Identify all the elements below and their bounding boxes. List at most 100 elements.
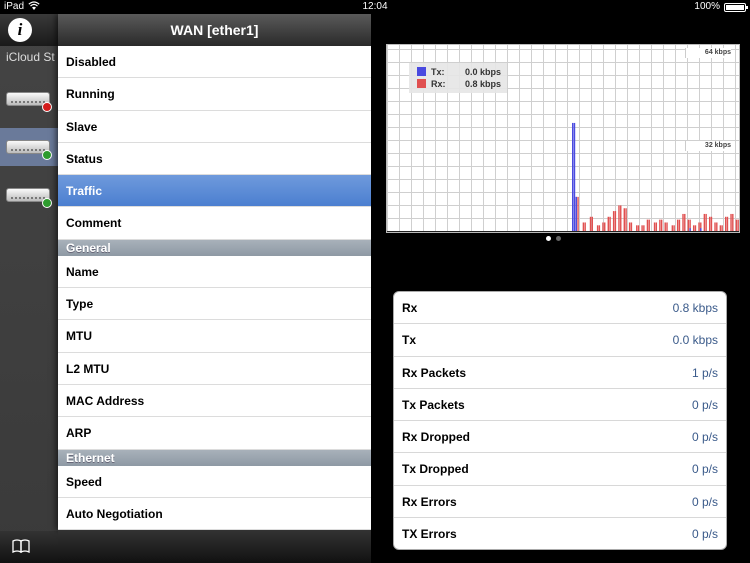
rx-bar [676, 219, 679, 232]
stat-row-tx-errors: TX Errors 0 p/s [394, 518, 726, 549]
rx-bar [602, 222, 604, 231]
property-label: Disabled [66, 55, 117, 69]
page-dot[interactable] [546, 236, 551, 241]
rx-bar [641, 225, 643, 231]
property-row-comment[interactable]: Comment [58, 207, 371, 240]
rx-bar [646, 219, 649, 232]
traffic-stats-list: Rx 0.8 kbps Tx 0.0 kbps Rx Packets 1 p/s Tx Pa… [393, 291, 727, 550]
legend-rx-name: Rx: [431, 79, 446, 89]
panel-bottom-toolbar [58, 530, 371, 563]
device-sidebar: i iCloud St [0, 14, 60, 563]
property-label: Name [66, 264, 99, 279]
clock: 12:04 [362, 1, 388, 12]
rx-bar [612, 211, 615, 231]
property-row-traffic[interactable]: Traffic [58, 175, 371, 208]
status-led-icon [42, 150, 52, 160]
property-label: L2 MTU [66, 361, 110, 376]
legend-tx-name: Tx: [431, 67, 445, 77]
icloud-label: iCloud St [6, 50, 55, 64]
stat-value: 0 p/s [691, 494, 718, 509]
rx-bar [732, 213, 734, 231]
rx-bar [598, 225, 601, 231]
property-row-speed[interactable]: Speed 10 [58, 465, 371, 498]
rx-bar [708, 216, 711, 231]
info-icon[interactable]: i [8, 18, 32, 42]
property-row-arp[interactable]: ARP e [58, 417, 371, 450]
tx-bar [572, 122, 574, 231]
stat-row-rx-packets: Rx Packets 1 p/s [394, 357, 726, 389]
property-label: Speed [66, 474, 103, 489]
rx-bar [684, 213, 686, 231]
property-row-status[interactable]: Status [58, 142, 371, 176]
page-dot[interactable] [556, 236, 561, 241]
stat-label: Rx Dropped [402, 430, 471, 445]
property-row-mac-address[interactable]: MAC Address 00:0C:4 [58, 384, 371, 418]
property-row-l2-mtu[interactable]: L2 MTU [58, 352, 371, 385]
rx-bar [714, 222, 716, 231]
page-indicator[interactable] [546, 236, 570, 242]
rx-bar [643, 225, 645, 231]
stat-value: 0 p/s [691, 430, 718, 445]
legend-tx-swatch [417, 67, 426, 76]
rx-bar [636, 225, 638, 231]
property-row-slave[interactable]: Slave [58, 110, 371, 143]
stat-value: 0.8 kbps [672, 301, 718, 315]
rx-bar [716, 222, 718, 231]
rx-bar [678, 219, 681, 232]
property-row-type[interactable]: Type [58, 288, 371, 321]
property-label: Traffic [66, 184, 103, 199]
rx-bar [659, 219, 661, 232]
rx-bar [584, 222, 586, 231]
book-icon[interactable] [12, 539, 30, 554]
legend-rx-value: 0.8 kbps [465, 79, 502, 89]
stat-label: Tx [402, 333, 417, 348]
section-header-general: General [58, 239, 371, 256]
property-value: 00:0C:4 [238, 385, 371, 417]
rx-bar [596, 225, 599, 231]
rx-bar [703, 213, 706, 231]
app-root: iPad 12:04 100% i iCloud St WAN [ether1]… [0, 0, 750, 563]
rx-bar [737, 219, 739, 232]
rx-bar [604, 222, 606, 231]
graph-legend: Tx: 0.0 kbps Rx: 0.8 kbps [409, 63, 507, 93]
stat-row-rx-errors: Rx Errors 0 p/s [394, 486, 726, 519]
property-row-name[interactable]: Name WAN [e [58, 255, 371, 289]
property-label: Comment [66, 216, 122, 231]
traffic-graph[interactable]: Tx: 0.0 kbps Rx: 0.8 kbps 64 kbps 32 kbp… [386, 44, 740, 233]
rx-bar [577, 196, 579, 232]
rx-bar [692, 225, 695, 231]
rx-bar [666, 222, 668, 231]
rx-bar [648, 219, 650, 232]
property-label: MAC Address [66, 393, 145, 408]
stat-label: Rx Errors [402, 494, 457, 509]
rx-bar [630, 222, 633, 231]
rx-bar [682, 213, 684, 231]
rx-bar [721, 225, 723, 231]
rx-bar [591, 216, 593, 231]
battery-percent: 100% [694, 1, 720, 12]
property-row-mtu[interactable]: MTU [58, 320, 371, 353]
device-item[interactable] [0, 128, 60, 166]
rx-bar [694, 225, 697, 231]
rx-bar [589, 216, 592, 231]
tx-bar [689, 228, 691, 231]
stat-value: 0 p/s [691, 527, 718, 542]
rx-bar [719, 225, 722, 231]
property-row-disabled[interactable]: Disabled [58, 46, 371, 79]
device-item[interactable] [0, 176, 60, 214]
stat-row-rx-dropped: Rx Dropped 0 p/s [394, 421, 726, 454]
stat-row-tx-packets: Tx Packets 0 p/s [394, 389, 726, 422]
stat-row-rx: Rx 0.8 kbps [394, 292, 726, 325]
rx-bar [698, 222, 700, 231]
rx-bar [625, 208, 627, 231]
y-tick-label-mid: 32 kbps [685, 141, 731, 151]
rx-bar [735, 219, 738, 232]
property-row-auto-negotiation[interactable]: Auto Negotiation [58, 497, 371, 530]
rx-bar [607, 216, 609, 231]
property-row-running[interactable]: Running [58, 78, 371, 111]
section-header-ethernet: Ethernet [58, 449, 371, 466]
stat-label: Tx Dropped [402, 462, 469, 477]
property-value: e [238, 417, 371, 449]
device-item[interactable] [0, 80, 60, 118]
stat-value: 0 p/s [691, 397, 718, 412]
